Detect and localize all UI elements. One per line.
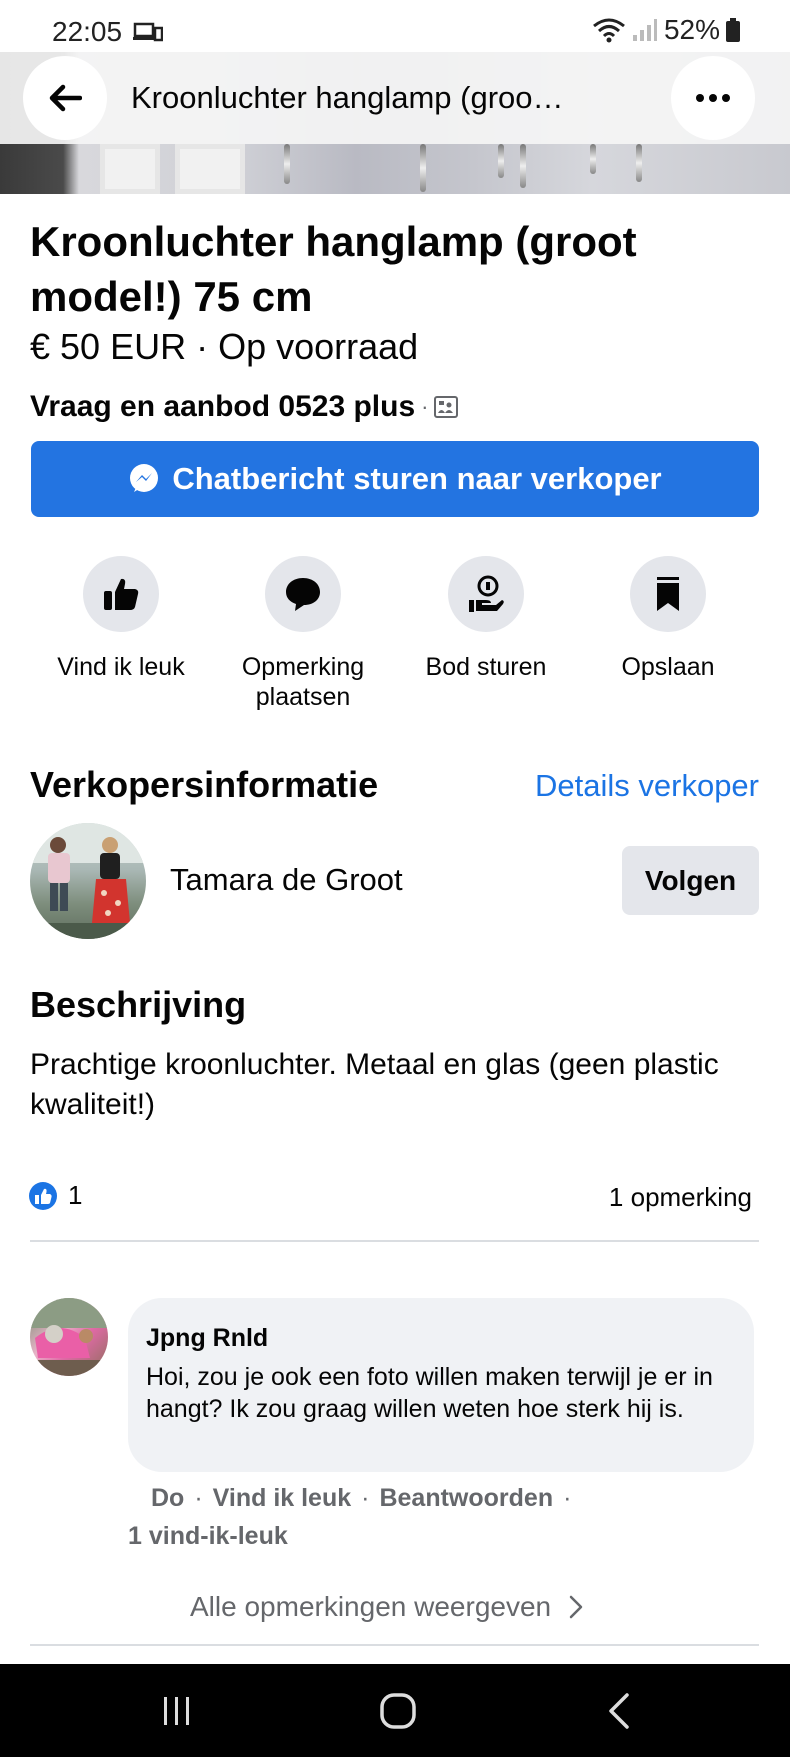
comments-count[interactable]: 1 opmerking (609, 1182, 752, 1213)
comment-action-circle[interactable] (265, 556, 341, 632)
home-icon[interactable] (379, 1692, 417, 1730)
chevron-right-icon (569, 1595, 583, 1619)
back-button[interactable] (23, 56, 107, 140)
back-nav-icon[interactable] (606, 1692, 632, 1730)
wifi-icon (593, 18, 625, 43)
listing-photo[interactable] (0, 52, 790, 194)
like-reaction-icon (29, 1181, 57, 1210)
offer-action[interactable]: Bod sturen (396, 556, 576, 682)
seller-name[interactable]: Tamara de Groot (170, 862, 403, 898)
view-all-comments-link[interactable]: Alle opmerkingen weergeven (190, 1591, 583, 1623)
system-navigation-bar (0, 1664, 790, 1757)
comment-likes-count[interactable]: 1 vind-ik-leuk (128, 1522, 288, 1551)
photo-crystal (420, 144, 426, 192)
recent-apps-icon[interactable] (160, 1694, 194, 1728)
thumbs-up-icon (104, 578, 139, 610)
photo-window (100, 144, 160, 194)
save-action-circle[interactable] (630, 556, 706, 632)
like-action-circle[interactable] (83, 556, 159, 632)
seller-avatar-photo (30, 823, 146, 939)
comment-text: Hoi, zou je ook een foto willen maken te… (146, 1363, 713, 1423)
photo-window (175, 144, 245, 194)
comment-icon (286, 578, 320, 611)
status-bar: 22:05 52% (0, 0, 790, 56)
commenter-avatar-photo (30, 1298, 108, 1376)
photo-crystal (520, 144, 526, 188)
view-all-comments-label: Alle opmerkingen weergeven (190, 1591, 552, 1622)
description-text: Prachtige kroonluchter. Metaal en glas (… (30, 1048, 719, 1121)
comment-author[interactable]: Jpng Rnld (146, 1324, 736, 1353)
reactions-summary[interactable]: 1 (28, 1180, 82, 1211)
photo-crystal (498, 144, 504, 178)
comment-action[interactable]: Opmerking plaatsen (213, 556, 393, 712)
comment-actions: Do · Vind ik leuk · Beantwoorden · (151, 1484, 571, 1513)
header-title: Kroonluchter hanglamp (groo… (131, 80, 564, 115)
save-action[interactable]: Opslaan (578, 556, 758, 682)
messenger-icon (130, 464, 159, 492)
offer-icon (469, 575, 504, 612)
message-seller-button[interactable]: Chatbericht sturen naar verkoper (31, 441, 759, 517)
status-time: 22:05 (52, 16, 123, 47)
likes-count: 1 (68, 1180, 83, 1210)
devices-icon (133, 22, 163, 42)
offer-action-label: Bod sturen (425, 653, 547, 681)
arrow-left-icon (49, 84, 82, 112)
more-icon (696, 94, 730, 102)
listing-title: Kroonluchter hanglamp (groot model!) 75 … (30, 218, 637, 320)
comment-time: Do (151, 1484, 185, 1512)
group-icon (434, 396, 459, 418)
photo-crystal (590, 144, 596, 174)
listing-price: € 50 EUR · Op voorraad (30, 326, 419, 367)
like-action[interactable]: Vind ik leuk (31, 556, 211, 682)
bookmark-icon (657, 577, 679, 611)
comment-bubble: Jpng Rnld Hoi, zou je ook een foto wille… (128, 1298, 754, 1472)
group-name[interactable]: Vraag en aanbod 0523 plus (30, 390, 415, 424)
more-options-button[interactable] (671, 56, 755, 140)
commenter-avatar[interactable] (30, 1298, 108, 1376)
follow-button[interactable]: Volgen (622, 846, 759, 915)
seller-details-link[interactable]: Details verkoper (535, 768, 759, 804)
comment-meta-separator: · (361, 1484, 370, 1512)
divider (30, 1644, 759, 1646)
status-right: 52% (592, 14, 740, 46)
description-title: Beschrijving (30, 984, 247, 1025)
battery-icon (726, 18, 740, 42)
comment-reply-button[interactable]: Beantwoorden (379, 1484, 553, 1513)
divider (30, 1240, 759, 1242)
signal-icon (632, 19, 657, 41)
photo-crystal (284, 144, 290, 184)
save-action-label: Opslaan (621, 653, 715, 681)
photo-crystal (636, 144, 642, 182)
comment-action-label: Opmerking plaatsen (241, 653, 365, 711)
offer-action-circle[interactable] (448, 556, 524, 632)
comment-like-button[interactable]: Vind ik leuk (213, 1484, 351, 1513)
comment-meta-separator: · (563, 1484, 572, 1512)
message-seller-label: Chatbericht sturen naar verkoper (172, 461, 662, 496)
like-action-label: Vind ik leuk (57, 653, 185, 681)
group-separator: · (421, 394, 429, 419)
seller-section-title: Verkopersinformatie (30, 764, 379, 805)
battery-percent: 52% (663, 14, 720, 45)
group-line[interactable]: Vraag en aanbod 0523 plus · (30, 390, 459, 424)
comment-meta-separator: · (194, 1484, 203, 1512)
seller-avatar[interactable] (30, 823, 146, 939)
